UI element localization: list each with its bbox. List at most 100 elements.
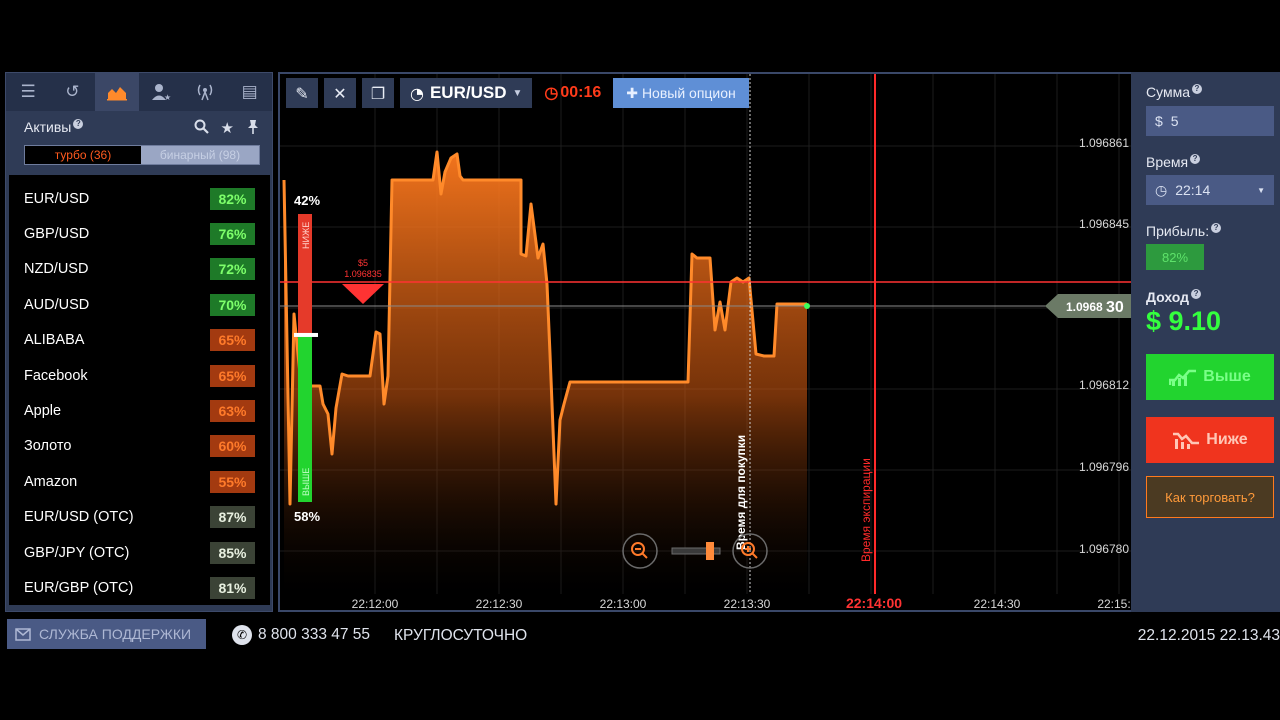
search-icon[interactable]: [194, 119, 209, 134]
asset-name: ALIBABA: [24, 332, 85, 349]
asset-row[interactable]: AUD/USD 70%: [9, 287, 270, 322]
close-icon[interactable]: ✕: [324, 78, 356, 108]
income-label: Доход: [1146, 289, 1190, 305]
asset-list: EUR/USD 82% GBP/USD 76% NZD/USD 72% AUD/USD 70%…: [9, 175, 270, 605]
purchase-time-label: Время для покупки: [734, 435, 748, 550]
asset-row[interactable]: Золото 60%: [9, 429, 270, 464]
phone-number[interactable]: 8 800 333 47 55: [258, 626, 370, 644]
chevron-down-icon: ▼: [1257, 185, 1265, 195]
asset-row[interactable]: EUR/GBP (OTC) 81%: [9, 570, 270, 605]
asset-row[interactable]: ALIBABA 65%: [9, 323, 270, 358]
asset-row[interactable]: Apple 63%: [9, 393, 270, 428]
down-button-label: Ниже: [1206, 431, 1248, 448]
support-hours: КРУГЛОСУТОЧНО: [394, 627, 528, 644]
y-tick-label: 1.096845: [1079, 217, 1129, 231]
users-icon[interactable]: ★: [139, 73, 183, 111]
help-icon[interactable]: ?: [73, 119, 84, 129]
y-tick-label: 1.096861: [1079, 136, 1129, 150]
time-label: Время: [1146, 154, 1189, 170]
asset-name: EUR/GBP (OTC): [24, 579, 134, 596]
x-tick-label: 22:15:: [1097, 597, 1130, 610]
price-chart[interactable]: Время для покупки Время экспирации$51.096…: [280, 74, 1131, 610]
sentiment-handle: [294, 332, 318, 337]
menu-icon[interactable]: ☰: [6, 73, 50, 111]
asset-payout: 55%: [210, 470, 255, 493]
open-marker-amount: $5: [358, 258, 368, 268]
profit-label: Прибыль:: [1146, 223, 1210, 239]
new-option-button[interactable]: ✚ Новый опцион: [613, 78, 749, 108]
how-to-trade-button[interactable]: Как торговать?: [1146, 476, 1274, 518]
phone-info: ✆ 8 800 333 47 55: [232, 625, 370, 645]
asset-payout: 63%: [210, 399, 255, 422]
trend-up-icon: [1169, 369, 1197, 386]
copy-icon[interactable]: ❐: [362, 78, 394, 108]
pin-icon[interactable]: [246, 119, 260, 134]
chart-icon[interactable]: [94, 73, 139, 111]
asset-row[interactable]: EUR/USD 82%: [9, 181, 270, 216]
asset-payout: 76%: [210, 222, 255, 245]
pie-icon: ◔: [410, 83, 424, 103]
asset-row[interactable]: EUR/USD (OTC) 87%: [9, 500, 270, 535]
current-point: [804, 303, 810, 309]
turbo-tab[interactable]: турбо (36): [25, 146, 141, 164]
binary-tab[interactable]: бинарный (98): [141, 146, 259, 164]
asset-name: EUR/USD: [24, 190, 90, 207]
asset-payout: 65%: [210, 329, 255, 352]
sentiment-top-pct: 42%: [294, 193, 320, 208]
x-tick-label: 22:13:00: [600, 597, 647, 610]
support-button[interactable]: СЛУЖБА ПОДДЕРЖКИ: [7, 619, 206, 649]
news-icon[interactable]: ▤: [227, 73, 271, 111]
star-icon[interactable]: ★: [221, 119, 234, 137]
amount-value: 5: [1170, 113, 1179, 129]
timer-value: 00:16: [560, 84, 602, 101]
sentiment-label-down: НИЖЕ: [301, 222, 311, 249]
pencil-icon[interactable]: ✎: [286, 78, 318, 108]
asset-payout: 60%: [210, 435, 255, 458]
signal-icon[interactable]: [183, 73, 227, 111]
phone-icon: ✆: [232, 625, 252, 645]
asset-row[interactable]: GBP/USD 76%: [9, 216, 270, 251]
asset-payout: 87%: [210, 506, 255, 529]
up-button-label: Выше: [1203, 368, 1251, 385]
help-icon[interactable]: ?: [1191, 289, 1202, 299]
asset-name: AUD/USD: [24, 296, 90, 313]
sentiment-bottom-pct: 58%: [294, 509, 320, 524]
asset-row[interactable]: NZD/USD 72%: [9, 252, 270, 287]
asset-row[interactable]: GBP/JPY (OTC) 85%: [9, 535, 270, 570]
profit-value: 82%: [1146, 244, 1204, 270]
asset-row[interactable]: Facebook 65%: [9, 358, 270, 393]
chart-area-icon: [106, 87, 127, 101]
asset-row[interactable]: Amazon 55%: [9, 464, 270, 499]
help-icon[interactable]: ?: [1211, 223, 1222, 233]
asset-name: GBP/USD: [24, 225, 90, 242]
assets-title: Активы: [24, 119, 72, 135]
asset-payout: 82%: [210, 187, 255, 210]
x-tick-label: 22:12:00: [352, 597, 399, 610]
mail-icon: [15, 627, 31, 641]
pair-label: EUR/USD: [429, 83, 507, 102]
left-tab-bar: ☰ ↺ ★ ▤: [6, 73, 272, 111]
pair-select[interactable]: ◔ EUR/USD ▼: [400, 78, 533, 108]
help-icon[interactable]: ?: [1190, 154, 1201, 164]
asset-payout: 81%: [210, 576, 255, 599]
x-tick-label: 22:12:30: [476, 597, 523, 610]
amount-label: Сумма: [1146, 84, 1190, 100]
y-tick-label: 1.096796: [1079, 460, 1129, 474]
assets-tools: ★: [194, 119, 260, 137]
time-label-wrap: Время?: [1146, 154, 1201, 170]
help-icon[interactable]: ?: [1192, 84, 1202, 94]
history-icon[interactable]: ↺: [50, 73, 94, 111]
call-up-button[interactable]: Выше: [1146, 354, 1274, 400]
zoom-slider-thumb[interactable]: [706, 542, 714, 560]
clock-icon: ◷: [1155, 181, 1168, 198]
open-marker-triangle: [342, 284, 384, 304]
expiry-time-label: 22:14:00: [846, 595, 902, 610]
time-select[interactable]: ◷ 22:14 ▼: [1146, 175, 1274, 205]
asset-name: Золото: [24, 438, 72, 455]
y-tick-label: 1.096812: [1079, 378, 1129, 392]
put-down-button[interactable]: Ниже: [1146, 417, 1274, 463]
asset-payout: 65%: [210, 364, 255, 387]
amount-input[interactable]: $5: [1146, 106, 1274, 136]
current-price-suffix: 30: [1106, 299, 1124, 316]
assets-panel: ☰ ↺ ★ ▤ Активы? ★ турбо (36) бинарный (9…: [5, 72, 273, 612]
